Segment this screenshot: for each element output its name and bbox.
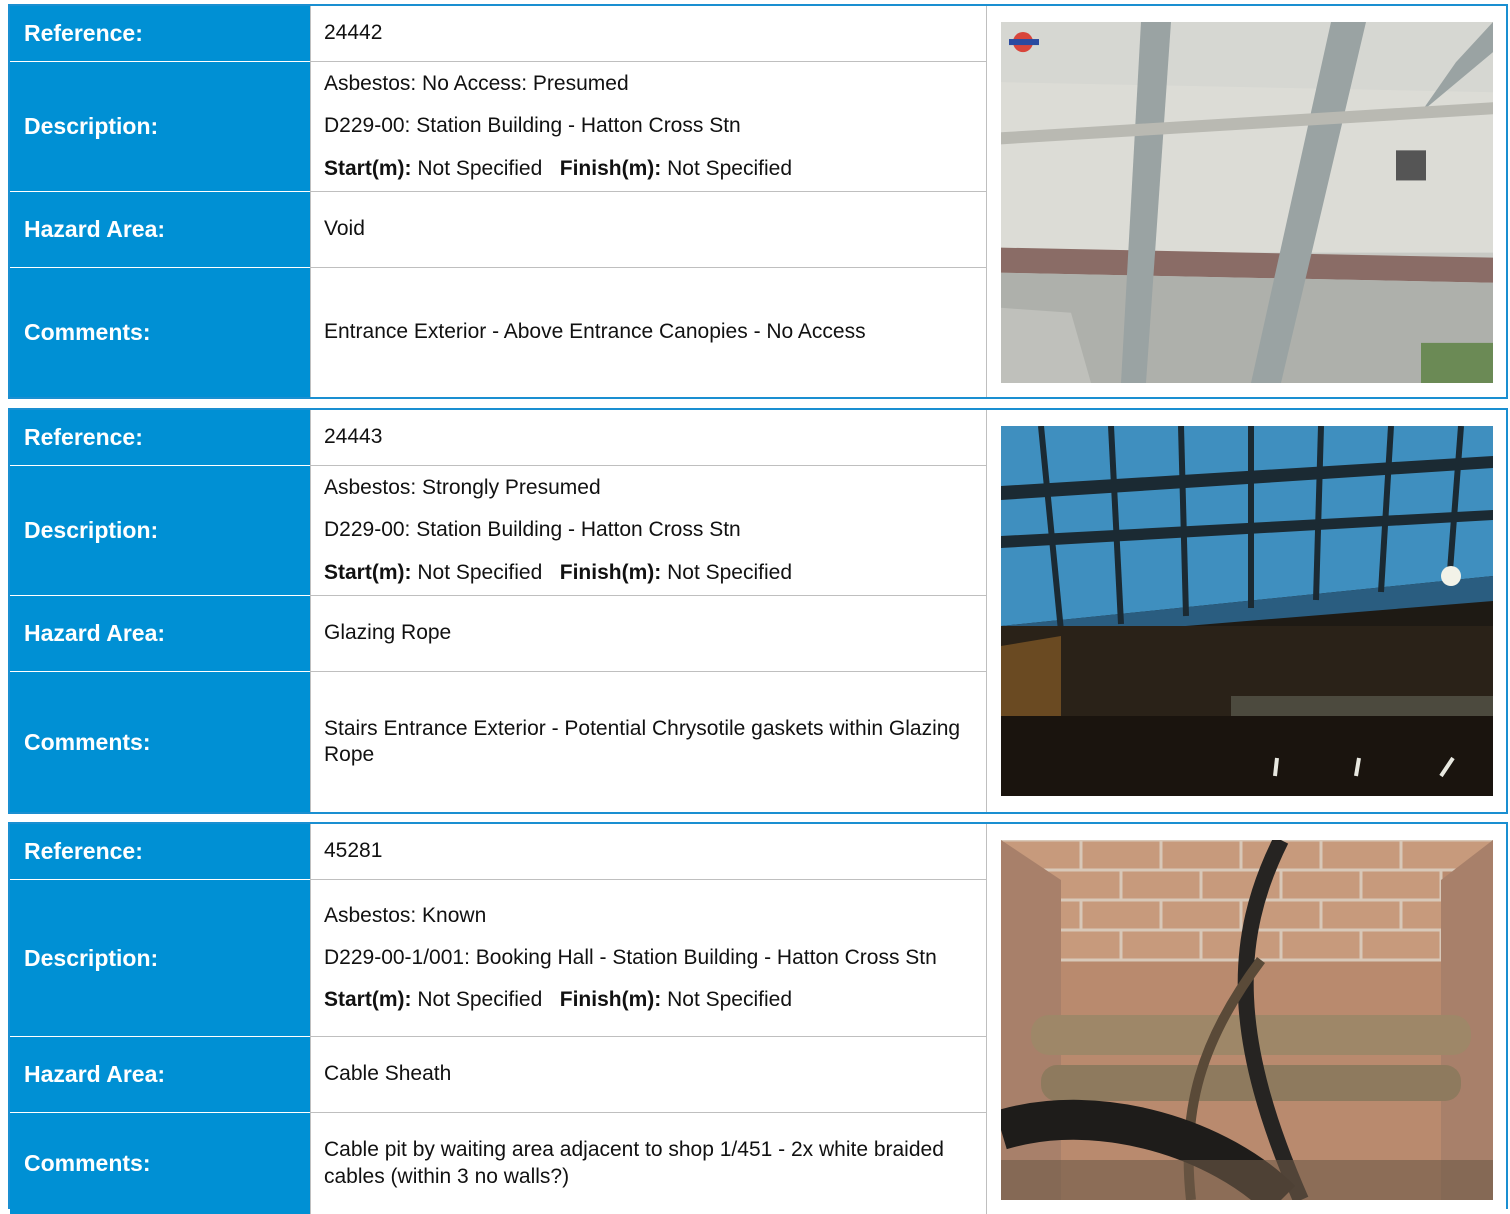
hazard-area-text: Cable Sheath — [324, 1062, 452, 1086]
start-value: Not Specified — [417, 988, 543, 1012]
description-value: Asbestos: Known D229-00-1/001: Booking H… — [310, 880, 987, 1037]
canopy-ceiling-photo — [1001, 22, 1493, 383]
reference-number: 45281 — [324, 839, 383, 863]
comments-label: Comments: — [10, 268, 310, 397]
description-value: Asbestos: Strongly Presumed D229-00: Sta… — [310, 466, 987, 596]
label-column: Reference: Description: Hazard Area: Com… — [10, 6, 310, 397]
value-column: 45281 Asbestos: Known D229-00-1/001: Boo… — [310, 824, 987, 1214]
asbestos-status: Asbestos: Known — [324, 903, 487, 927]
comments-label: Comments: — [10, 1113, 310, 1214]
reference-label: Reference: — [10, 6, 310, 62]
hazard-area-label: Hazard Area: — [10, 596, 310, 672]
start-label: Start(m): — [324, 560, 412, 584]
photo-cell — [987, 6, 1507, 397]
comments-text: Entrance Exterior - Above Entrance Canop… — [324, 320, 866, 344]
description-label: Description: — [10, 466, 310, 596]
value-column: 24443 Asbestos: Strongly Presumed D229-0… — [310, 410, 987, 812]
value-column: 24442 Asbestos: No Access: Presumed D229… — [310, 6, 987, 397]
reference-number: 24442 — [324, 21, 383, 45]
hazard-area-text: Void — [324, 217, 365, 241]
comments-value: Entrance Exterior - Above Entrance Canop… — [310, 268, 987, 397]
hazard-area-text: Glazing Rope — [324, 621, 452, 645]
hazard-area-value: Void — [310, 192, 987, 268]
finish-value: Not Specified — [667, 560, 792, 584]
hazard-area-value: Cable Sheath — [310, 1037, 987, 1113]
photo-cell — [987, 824, 1507, 1214]
comments-text: Stairs Entrance Exterior - Potential Chr… — [324, 716, 961, 766]
reference-value: 45281 — [310, 824, 987, 880]
location-text: D229-00: Station Building - Hatton Cross… — [324, 518, 741, 542]
label-column: Reference: Description: Hazard Area: Com… — [10, 410, 310, 812]
finish-label: Finish(m): — [559, 988, 662, 1012]
description-label: Description: — [10, 880, 310, 1037]
reference-label: Reference: — [10, 824, 310, 880]
finish-value: Not Specified — [667, 156, 792, 180]
reference-value: 24443 — [310, 410, 987, 466]
comments-value: Cable pit by waiting area adjacent to sh… — [310, 1113, 987, 1214]
reference-label: Reference: — [10, 410, 310, 466]
reference-number: 24443 — [324, 425, 383, 449]
comments-value: Stairs Entrance Exterior - Potential Chr… — [310, 672, 987, 812]
comments-label: Comments: — [10, 672, 310, 812]
finish-value: Not Specified — [667, 988, 792, 1012]
hazard-area-label: Hazard Area: — [10, 192, 310, 268]
start-finish: Start(m): Not Specified Finish(m): Not S… — [324, 560, 978, 586]
start-finish: Start(m): Not Specified Finish(m): Not S… — [324, 987, 978, 1013]
comments-text: Cable pit by waiting area adjacent to sh… — [324, 1138, 944, 1188]
hazard-area-label: Hazard Area: — [10, 1037, 310, 1113]
start-finish: Start(m): Not Specified Finish(m): Not S… — [324, 156, 978, 182]
photo-cell — [987, 410, 1507, 812]
hazard-record: Reference: Description: Hazard Area: Com… — [8, 4, 1508, 399]
start-label: Start(m): — [324, 156, 412, 180]
start-label: Start(m): — [324, 988, 412, 1012]
glazed-roof-photo — [1001, 426, 1493, 796]
start-value: Not Specified — [417, 560, 543, 584]
location-text: D229-00-1/001: Booking Hall - Station Bu… — [324, 945, 937, 969]
reference-value: 24442 — [310, 6, 987, 62]
description-label: Description: — [10, 62, 310, 192]
label-column: Reference: Description: Hazard Area: Com… — [10, 824, 310, 1214]
hazard-record: Reference: Description: Hazard Area: Com… — [8, 822, 1508, 1214]
hazard-record: Reference: Description: Hazard Area: Com… — [8, 408, 1508, 814]
asbestos-status: Asbestos: Strongly Presumed — [324, 476, 601, 500]
location-text: D229-00: Station Building - Hatton Cross… — [324, 114, 741, 138]
finish-label: Finish(m): — [559, 560, 662, 584]
description-value: Asbestos: No Access: Presumed D229-00: S… — [310, 62, 987, 192]
finish-label: Finish(m): — [559, 156, 662, 180]
asbestos-status: Asbestos: No Access: Presumed — [324, 72, 629, 96]
start-value: Not Specified — [417, 156, 543, 180]
hazard-area-value: Glazing Rope — [310, 596, 987, 672]
cable-pit-photo — [1001, 840, 1493, 1200]
